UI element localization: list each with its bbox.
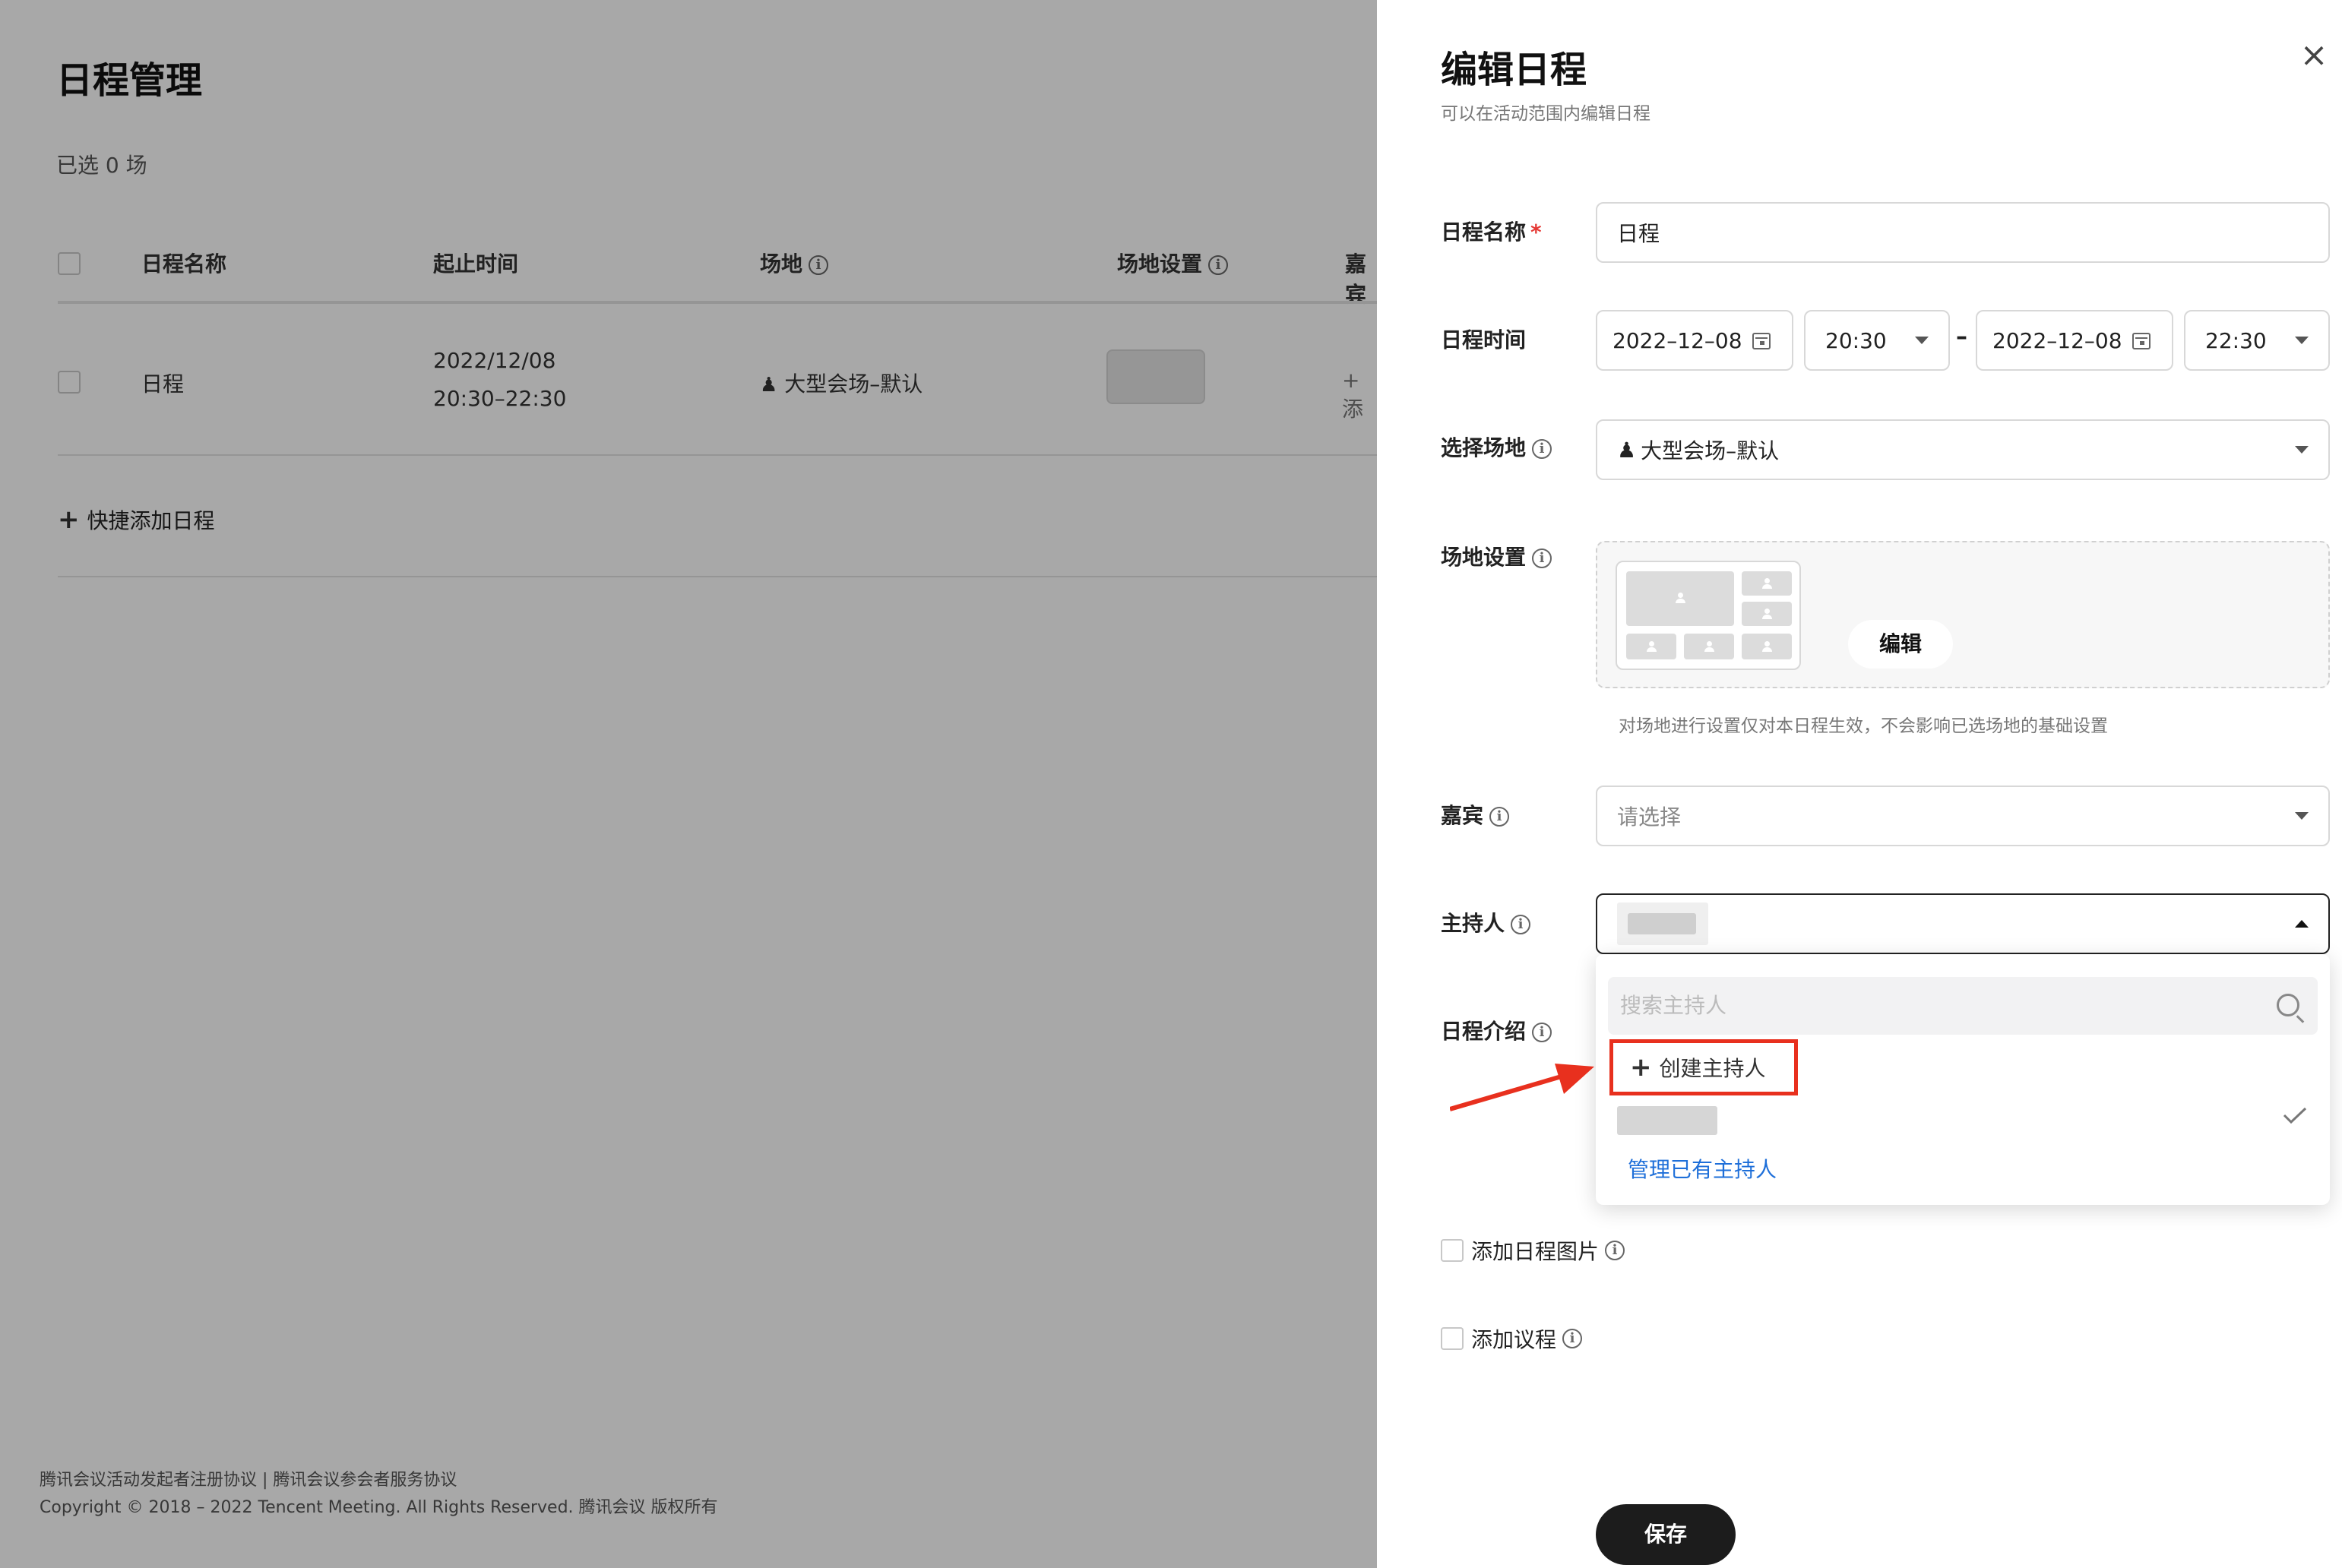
add-image-checkbox[interactable] — [1441, 1239, 1464, 1262]
chevron-down-icon — [1915, 337, 1929, 344]
start-time-select[interactable]: 20:30 — [1804, 310, 1950, 371]
schedule-intro-label: 日程介绍 i — [1441, 1015, 1552, 1045]
end-time-select[interactable]: 22:30 — [2184, 310, 2330, 371]
venue-settings-label: 场地设置 i — [1441, 541, 1552, 571]
guests-select[interactable]: 请选择 — [1596, 786, 2330, 846]
schedule-time-label: 日程时间 — [1441, 327, 1527, 352]
chevron-up-icon — [2295, 920, 2309, 928]
search-icon[interactable] — [2269, 988, 2306, 1024]
add-agenda-checkbox[interactable] — [1441, 1327, 1464, 1350]
annotation-arrow — [1450, 1064, 1594, 1111]
plus-icon: + — [1630, 1052, 1652, 1083]
venue-select[interactable]: ♟ 大型会场–默认 — [1596, 419, 2330, 480]
host-label: 主持人 i — [1441, 907, 1531, 937]
required-mark: * — [1530, 220, 1542, 245]
end-date-picker[interactable]: 2022–12–08 — [1976, 310, 2173, 371]
host-option-item[interactable] — [1617, 1106, 1717, 1135]
info-icon[interactable]: i — [1511, 915, 1531, 934]
save-button[interactable]: 保存 — [1596, 1504, 1736, 1565]
check-icon — [2283, 1107, 2307, 1124]
edit-venue-button[interactable]: 编辑 — [1848, 620, 1953, 669]
drawer-title: 编辑日程 — [1441, 49, 1587, 91]
add-agenda-option[interactable]: 添加议程 i — [1441, 1323, 1583, 1354]
info-icon[interactable]: i — [1562, 1329, 1583, 1348]
create-host-option[interactable]: + 创建主持人 — [1609, 1039, 1798, 1095]
start-date-picker[interactable]: 2022–12–08 — [1596, 310, 1793, 371]
venue-settings-hint: 对场地进行设置仅对本日程生效，不会影响已选场地的基础设置 — [1619, 716, 2108, 736]
chevron-down-icon — [2295, 812, 2309, 820]
info-icon[interactable]: i — [1532, 1023, 1552, 1042]
venue-layout-preview — [1616, 561, 1801, 670]
schedule-name-input[interactable]: 日程 — [1596, 202, 2330, 263]
info-icon[interactable]: i — [1605, 1241, 1625, 1260]
calendar-icon — [2132, 333, 2151, 349]
guests-label: 嘉宾 i — [1441, 799, 1510, 830]
close-icon[interactable]: × — [2296, 38, 2331, 73]
schedule-name-label: 日程名称 * — [1441, 220, 1542, 245]
host-select[interactable] — [1596, 893, 2330, 954]
manage-hosts-link[interactable]: 管理已有主持人 — [1628, 1153, 1777, 1184]
calendar-icon — [1752, 333, 1771, 349]
time-separator: – — [1956, 324, 1967, 350]
info-icon[interactable]: i — [1532, 548, 1552, 568]
info-icon[interactable]: i — [1489, 807, 1510, 827]
info-icon[interactable]: i — [1532, 439, 1552, 459]
modal-overlay[interactable] — [0, 0, 1377, 1568]
host-search-input[interactable]: 搜索主持人 — [1608, 977, 2318, 1035]
select-venue-label: 选择场地 i — [1441, 432, 1552, 462]
add-image-option[interactable]: 添加日程图片 i — [1441, 1235, 1625, 1266]
chevron-down-icon — [2295, 446, 2309, 454]
chevron-down-icon — [2295, 337, 2309, 344]
drawer-subtitle: 可以在活动范围内编辑日程 — [1441, 104, 1650, 124]
venue-person-icon: ♟ — [1617, 437, 1637, 463]
selected-host-chip[interactable] — [1617, 903, 1708, 945]
